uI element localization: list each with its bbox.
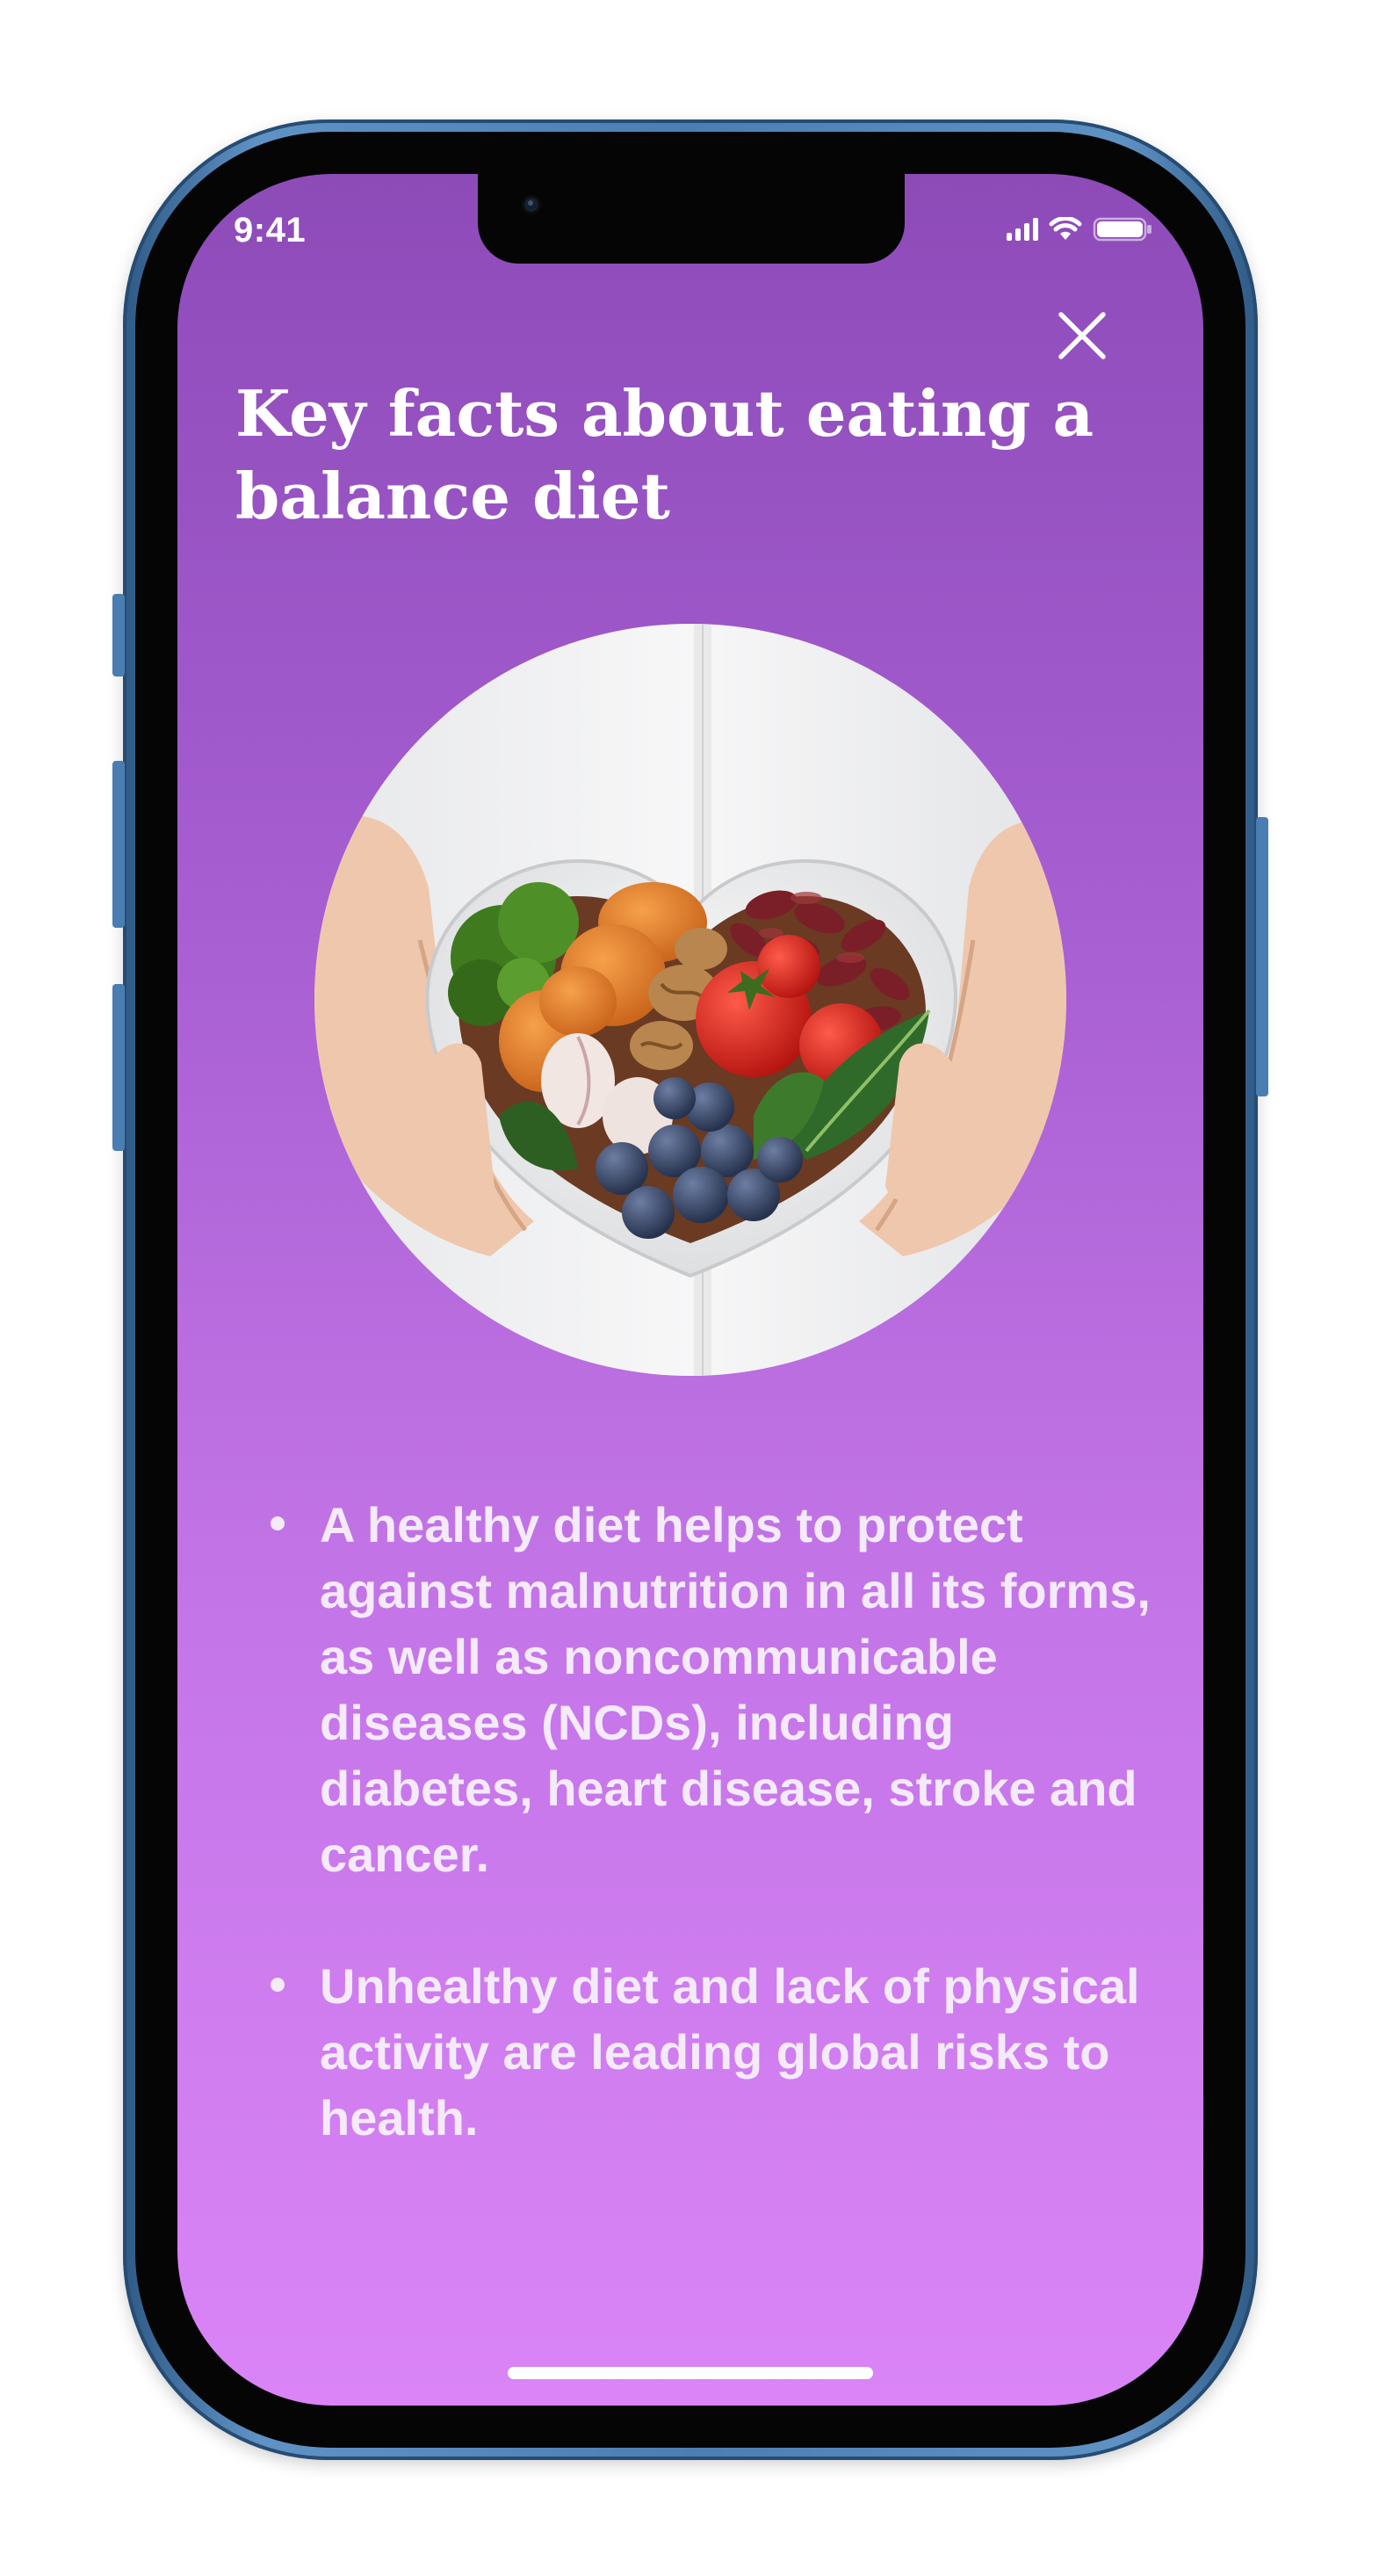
battery-icon [1093,217,1152,242]
cellular-signal-icon [1007,218,1038,241]
page-title: Key facts about eating a balance diet [235,376,1094,533]
fact-text: Unhealthy diet and lack of physical acti… [320,1958,1140,2145]
canvas: 9:41 Key facts about eating a balance di… [0,0,1379,2576]
bullet-icon [271,1978,285,1992]
hero-image [314,624,1066,1376]
fact-text: A healthy diet helps to protect against … [320,1497,1151,1882]
app-screen: 9:41 Key facts about eating a balance di… [177,174,1203,2406]
home-indicator[interactable] [508,2367,873,2379]
volume-up-button [112,761,125,928]
close-icon [1058,312,1106,359]
close-button[interactable] [1047,300,1117,371]
notch [478,174,905,264]
volume-down-button [112,984,125,1151]
front-camera [522,195,541,214]
status-icons [1007,216,1154,242]
status-time: 9:41 [234,211,307,250]
heart-bowl-food-photo [314,624,1066,1376]
list-item: Unhealthy diet and lack of physical acti… [248,1953,1161,2151]
power-button [1256,817,1268,1096]
bullet-icon [271,1516,285,1530]
list-item: A healthy diet helps to protect against … [248,1492,1161,1887]
wifi-icon [1049,217,1082,240]
mute-switch [112,594,125,677]
facts-list: A healthy diet helps to protect against … [248,1492,1161,2217]
